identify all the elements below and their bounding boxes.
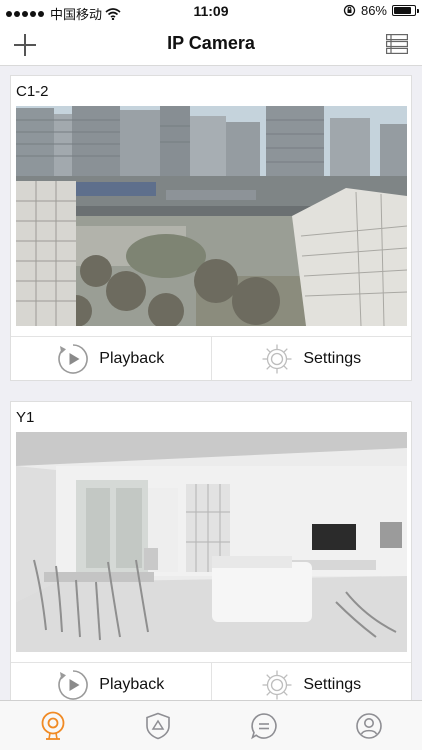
camera-name: Y1 xyxy=(16,409,35,426)
camera-name: C1-2 xyxy=(16,83,49,100)
battery-icon xyxy=(392,5,419,16)
playback-label: Playback xyxy=(99,349,165,367)
battery-percentage: 86% xyxy=(360,3,387,18)
camera-actions: Playback Settings xyxy=(11,336,411,380)
camera-preview[interactable] xyxy=(16,106,407,326)
playback-button[interactable]: Playback xyxy=(11,663,211,700)
camera-preview[interactable] xyxy=(16,432,407,652)
camera-icon xyxy=(41,711,65,740)
playback-icon xyxy=(58,669,89,700)
navigation-bar: IP Camera xyxy=(0,22,422,66)
status-right: 86% xyxy=(343,3,419,18)
camera-card: Y1 Playback Settings xyxy=(10,401,412,700)
tab-profile[interactable] xyxy=(317,701,422,750)
living-room-image xyxy=(16,432,407,652)
tab-camera[interactable] xyxy=(0,701,106,750)
profile-icon xyxy=(356,712,383,739)
camera-card: C1-2 Playback Settings xyxy=(10,75,412,381)
alert-shield-icon xyxy=(146,712,171,739)
status-bar: 中国移动 11:09 86% xyxy=(0,0,422,22)
tab-messages[interactable] xyxy=(211,701,317,750)
settings-button[interactable]: Settings xyxy=(210,663,412,700)
settings-label: Settings xyxy=(303,675,362,693)
gear-icon xyxy=(262,344,292,373)
page-title: IP Camera xyxy=(167,33,255,53)
playback-button[interactable]: Playback xyxy=(11,337,211,380)
settings-label: Settings xyxy=(303,349,362,367)
message-icon xyxy=(250,712,277,739)
battery-fill xyxy=(394,7,412,14)
settings-button[interactable]: Settings xyxy=(210,337,412,380)
gear-icon xyxy=(262,670,292,699)
playback-icon xyxy=(58,343,89,374)
list-icon[interactable] xyxy=(386,34,408,54)
tab-bar xyxy=(0,700,422,750)
city-view-image xyxy=(16,106,407,326)
camera-actions: Playback Settings xyxy=(11,662,411,700)
playback-label: Playback xyxy=(99,675,165,693)
orientation-lock-icon xyxy=(343,4,356,17)
camera-list[interactable]: C1-2 Playback Settings Y1 Playback Setti… xyxy=(0,66,422,700)
tab-alerts[interactable] xyxy=(106,701,212,750)
